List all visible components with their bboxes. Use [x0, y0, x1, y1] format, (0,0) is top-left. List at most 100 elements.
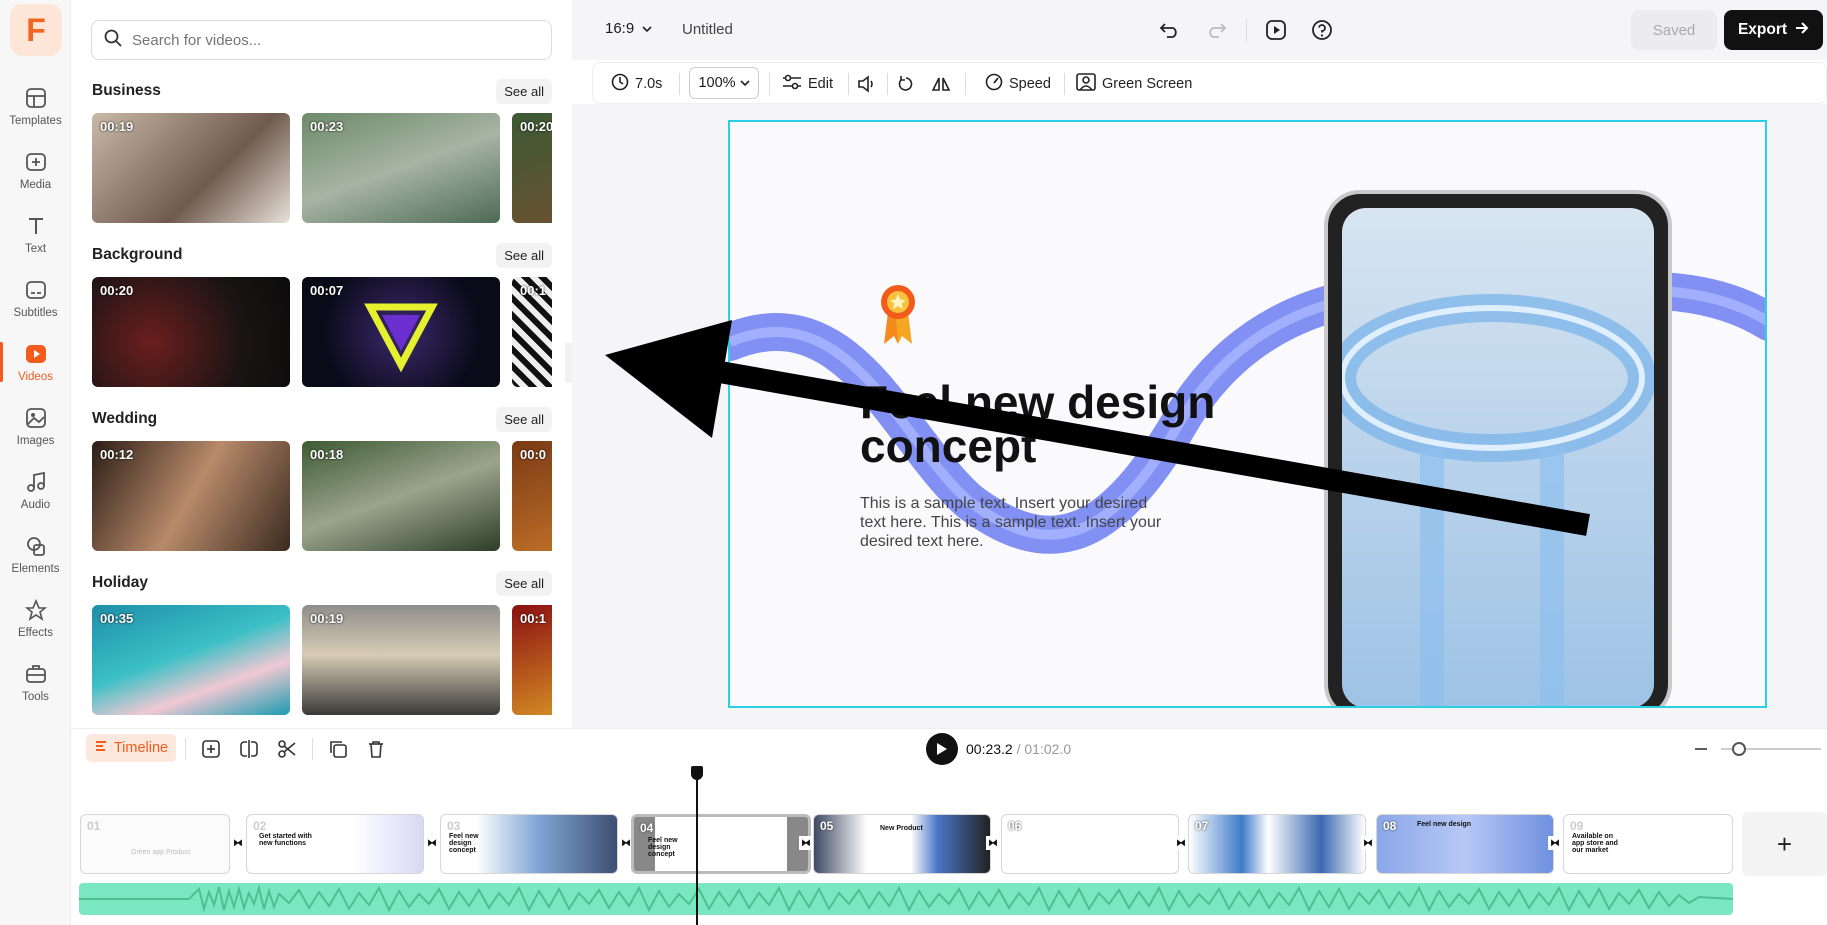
divider	[679, 73, 680, 95]
rail-label: Effects	[18, 626, 53, 639]
transition-icon[interactable]: ⧓	[799, 836, 813, 850]
clip-caption: Feel new design concept	[449, 833, 479, 854]
video-thumbnail[interactable]: 00:19	[92, 113, 290, 223]
video-thumbnail[interactable]: 00:19	[302, 605, 500, 715]
video-thumbnail[interactable]: 00:0	[512, 441, 552, 551]
scissors-icon[interactable]	[276, 738, 298, 760]
clip-number: 03	[447, 819, 461, 833]
transition-icon[interactable]: ⧓	[1361, 836, 1375, 850]
export-label: Export	[1737, 21, 1788, 38]
rail-label: Elements	[11, 562, 60, 575]
video-thumbnail[interactable]: 00:18	[302, 441, 500, 551]
transition-icon[interactable]: ⧓	[425, 836, 439, 850]
rail-elements[interactable]: Elements	[0, 526, 71, 582]
divider	[185, 738, 186, 760]
zoom-out-icon[interactable]	[1690, 738, 1712, 760]
green-screen-button[interactable]: Green Screen	[1076, 71, 1192, 97]
rotate-icon[interactable]	[897, 71, 915, 97]
zoom-dropdown[interactable]: 100%	[689, 67, 759, 99]
video-thumbnail[interactable]: 00:12	[92, 441, 290, 551]
rail-templates[interactable]: Templates	[0, 78, 71, 134]
speedometer-icon	[985, 73, 1003, 95]
duplicate-icon[interactable]	[327, 738, 349, 760]
playhead[interactable]	[696, 766, 698, 925]
clip-caption: New Product	[880, 825, 923, 832]
search-box[interactable]	[91, 20, 552, 60]
rail-label: Templates	[9, 114, 62, 127]
rail-tools[interactable]: Tools	[0, 654, 71, 710]
rail-text[interactable]: Text	[0, 206, 71, 262]
timeline-clip[interactable]: 02 Get started with new functions	[246, 814, 424, 874]
rail-label: Videos	[18, 370, 53, 383]
timeline-clip[interactable]: 09 Available on app store and our market	[1563, 814, 1733, 874]
transition-icon[interactable]: ⧓	[231, 836, 245, 850]
redo-icon[interactable]	[1202, 16, 1230, 44]
duration-label: 00:0	[520, 447, 547, 462]
export-button[interactable]: Export	[1724, 10, 1823, 50]
flip-icon[interactable]	[931, 71, 951, 97]
app-logo[interactable]: F	[10, 4, 62, 56]
duration-label: 00:12	[100, 447, 134, 462]
duration-button[interactable]: 7.0s	[611, 71, 662, 97]
video-thumbnail[interactable]: 00:35	[92, 605, 290, 715]
duration-value: 7.0s	[635, 76, 663, 92]
timeline-zoom-knob[interactable]	[1732, 742, 1746, 756]
video-thumbnail[interactable]: 00:20	[512, 113, 552, 223]
see-all-button[interactable]: See all	[496, 570, 552, 596]
see-all-button[interactable]: See all	[496, 242, 552, 268]
volume-icon[interactable]	[857, 71, 877, 97]
rail-media[interactable]: Media	[0, 142, 71, 198]
add-clip-button[interactable]: +	[1742, 812, 1827, 876]
search-input[interactable]	[132, 31, 532, 49]
duration-label: 00:1	[520, 611, 547, 626]
video-thumbnail[interactable]: 00:07	[302, 277, 500, 387]
aspect-ratio-dropdown[interactable]: 16:9	[605, 20, 652, 37]
chevron-down-icon	[642, 20, 652, 37]
video-thumbnail[interactable]: 00:1	[512, 277, 552, 387]
audio-track[interactable]	[79, 883, 1733, 915]
elements-icon	[24, 534, 48, 558]
timeline-clip[interactable]: 03 Feel new design concept	[440, 814, 618, 874]
timeline-toggle-button[interactable]: Timeline	[86, 734, 176, 762]
video-thumbnail[interactable]: 00:1	[512, 605, 552, 715]
transition-icon[interactable]: ⧓	[986, 836, 1000, 850]
rail-effects[interactable]: Effects	[0, 590, 71, 646]
images-icon	[24, 406, 48, 430]
rail-label: Tools	[22, 690, 49, 703]
timeline-clip[interactable]: 06	[1001, 814, 1179, 874]
clip-caption: Green app Product	[131, 849, 191, 856]
trash-icon[interactable]	[365, 738, 387, 760]
playhead-handle[interactable]	[691, 766, 703, 780]
timeline-clip-selected[interactable]: 04 Feel new design concept	[631, 814, 811, 874]
person-frame-icon	[1076, 73, 1096, 95]
add-clip-icon[interactable]	[200, 738, 222, 760]
rail-videos[interactable]: Videos	[0, 334, 71, 390]
video-thumbnail[interactable]: 00:23	[302, 113, 500, 223]
rail-subtitles[interactable]: Subtitles	[0, 270, 71, 326]
transition-icon[interactable]: ⧓	[1174, 836, 1188, 850]
clip-caption: Feel new design concept	[648, 837, 678, 858]
see-all-button[interactable]: See all	[496, 406, 552, 432]
rail-images[interactable]: Images	[0, 398, 71, 454]
play-button[interactable]	[926, 733, 958, 765]
timeline-clip[interactable]: 08 Feel new design	[1376, 814, 1554, 874]
speed-button[interactable]: Speed	[985, 71, 1051, 97]
edit-button[interactable]: Edit	[782, 71, 833, 97]
help-icon[interactable]	[1308, 16, 1336, 44]
timeline-clip[interactable]: 01 Green app Product	[80, 814, 230, 874]
split-icon[interactable]	[238, 738, 260, 760]
see-all-button[interactable]: See all	[496, 78, 552, 104]
video-thumbnail[interactable]: 00:20	[92, 277, 290, 387]
transition-icon[interactable]: ⧓	[1548, 836, 1562, 850]
timeline-clip[interactable]: 05 New Product	[813, 814, 991, 874]
search-icon	[104, 29, 122, 52]
zoom-value: 100%	[698, 75, 736, 91]
project-title[interactable]: Untitled	[682, 21, 733, 38]
preview-icon[interactable]	[1262, 16, 1290, 44]
clip-number: 02	[253, 819, 267, 833]
rail-label: Images	[16, 434, 55, 447]
rail-audio[interactable]: Audio	[0, 462, 71, 518]
undo-icon[interactable]	[1156, 16, 1184, 44]
divider	[848, 73, 849, 95]
timeline-clip[interactable]: 07	[1188, 814, 1366, 874]
